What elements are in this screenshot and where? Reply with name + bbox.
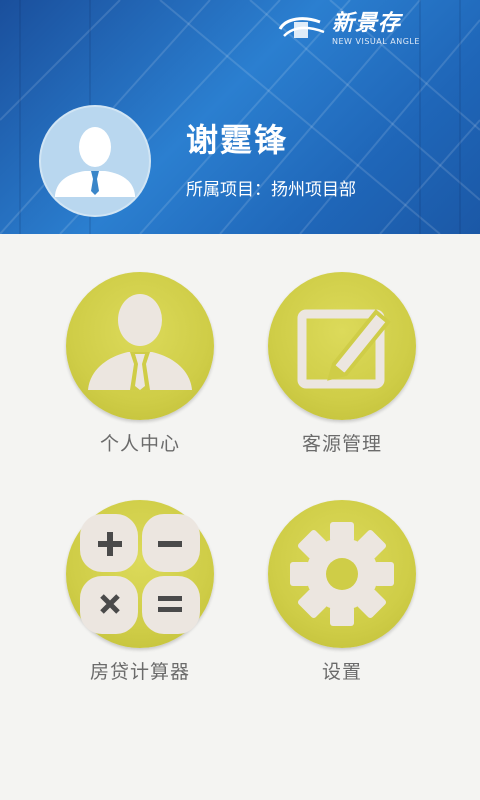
brand-logo: 新景存 NEW VISUAL ANGLE [276,12,436,48]
gear-icon [290,522,394,626]
user-name: 谢霆锋 [186,121,289,159]
profile-header: 新景存 NEW VISUAL ANGLE 谢霆锋 所属项目：扬州项目部 [0,0,480,234]
calculator-icon [80,514,200,634]
client-management-button[interactable] [268,272,416,420]
logo-text: 新景存 [332,11,402,36]
user-avatar[interactable] [39,105,151,217]
user-silhouette-icon [55,127,135,197]
client-management-label: 客源管理 [301,433,382,455]
edit-icon [297,309,391,389]
personal-center-label: 个人中心 [99,433,180,455]
settings-label: 设置 [321,661,362,683]
logo-swirl-icon [278,17,325,38]
settings-tile[interactable]: 设置 [252,500,432,684]
mortgage-calculator-label: 房贷计算器 [89,661,190,683]
logo-subtext: NEW VISUAL ANGLE [332,37,420,46]
mortgage-calculator-button[interactable] [66,500,214,648]
project-affiliation: 所属项目：扬州项目部 [186,180,356,200]
personal-center-button[interactable] [66,272,214,420]
mortgage-calculator-tile[interactable]: 房贷计算器 [50,500,230,684]
personal-center-tile[interactable]: 个人中心 [50,272,230,456]
client-management-tile[interactable]: 客源管理 [252,272,432,456]
person-icon [88,294,192,390]
settings-button[interactable] [268,500,416,648]
